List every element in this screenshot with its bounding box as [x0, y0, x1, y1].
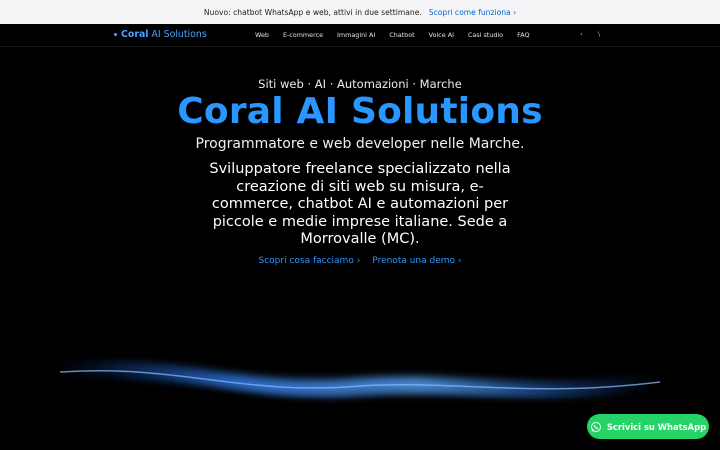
nav-link-immagini-ai[interactable]: Immagini AI [337, 31, 375, 39]
nav-links: Web E-commerce Immagini AI Chatbot Voice… [255, 31, 544, 39]
whatsapp-icon [590, 421, 601, 432]
top-navigation: Coral AI Solutions Web E-commerce Immagi… [0, 24, 720, 47]
hero-subtitle: Programmatore e web developer nelle Marc… [195, 136, 525, 152]
nav-link-casi-studio[interactable]: Casi studio [468, 31, 503, 39]
hero-cta-group: Scopri cosa facciamo › Prenota una demo … [0, 256, 720, 266]
decorative-wave-graphic [60, 361, 660, 399]
cta-demo-link[interactable]: Prenota una demo › [372, 256, 461, 266]
nav-extra-control-right[interactable]: \ [598, 30, 600, 38]
nav-link-faq[interactable]: FAQ [517, 31, 529, 39]
nav-link-web[interactable]: Web [255, 31, 269, 39]
hero-description: Sviluppatore freelance specializzato nel… [209, 161, 511, 248]
brand-dot-icon [114, 33, 117, 36]
announcement-bar: Nuovo: chatbot WhatsApp e web, attivi in… [0, 0, 720, 24]
whatsapp-button[interactable]: Scrivici su WhatsApp [587, 414, 709, 439]
brand-name-rest: AI Solutions [151, 29, 207, 40]
nav-link-chatbot[interactable]: Chatbot [389, 31, 414, 39]
announcement-text: Nuovo: chatbot WhatsApp e web, attivi in… [203, 7, 422, 17]
whatsapp-button-label: Scrivici su WhatsApp [606, 421, 707, 432]
hero-title: Coral AI Solutions [177, 91, 543, 132]
cta-scopri-link[interactable]: Scopri cosa facciamo › [259, 256, 361, 266]
nav-link-ecommerce[interactable]: E-commerce [283, 31, 323, 39]
brand-name-bold: Coral [121, 29, 149, 40]
nav-extra-control-left[interactable]: ‹ [580, 30, 583, 38]
brand-logo[interactable]: Coral AI Solutions [114, 29, 207, 40]
announcement-link[interactable]: Scopri come funziona › [429, 8, 516, 17]
nav-link-voice-ai[interactable]: Voice AI [429, 31, 454, 39]
hero-eyebrow: Siti web · AI · Automazioni · Marche [258, 77, 462, 91]
